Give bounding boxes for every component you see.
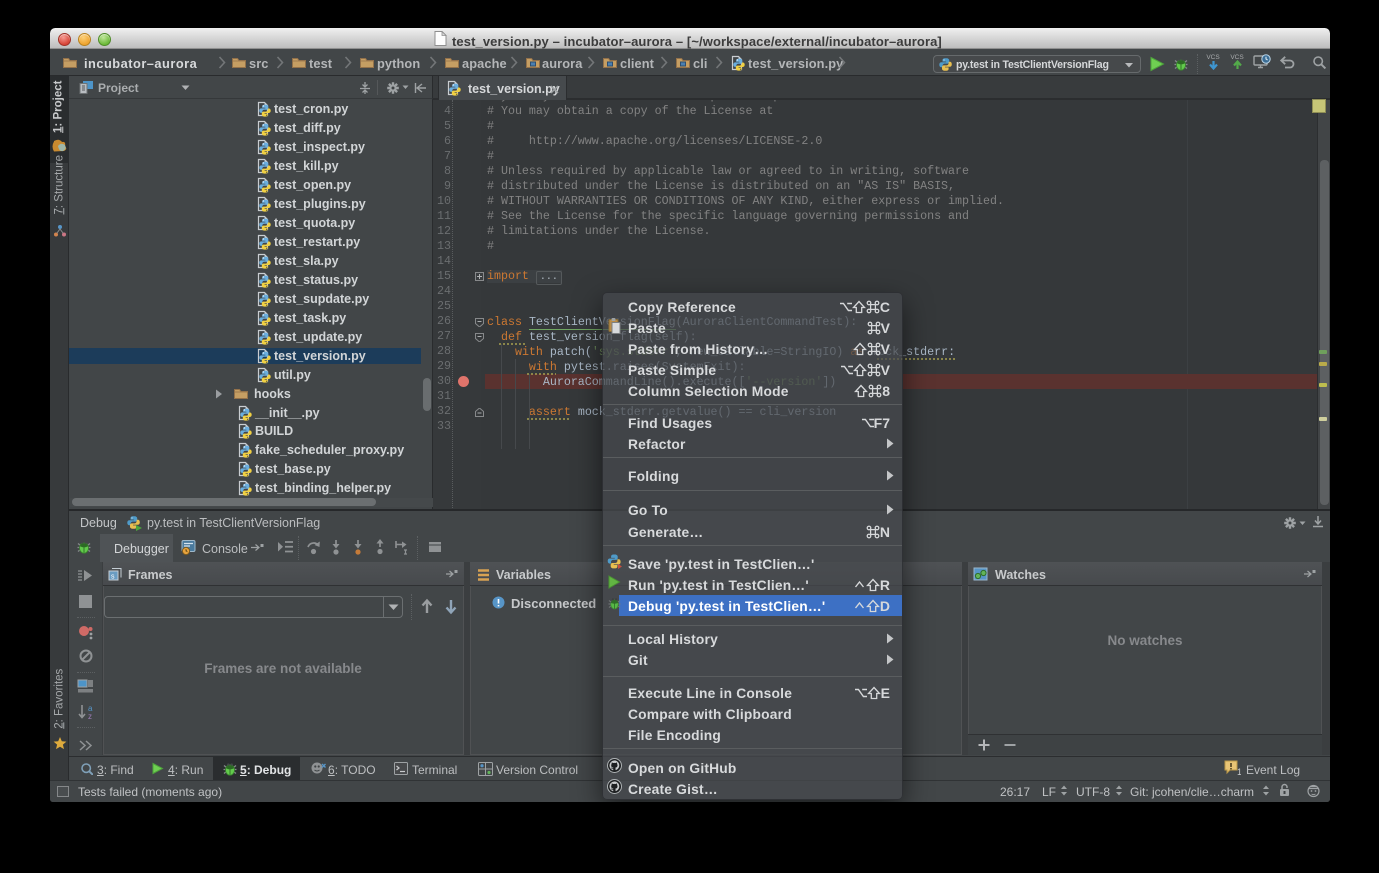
svg-text:1: 1	[1237, 767, 1241, 776]
svg-text:VCS: VCS	[1230, 54, 1244, 61]
svg-text:z: z	[88, 712, 92, 720]
svg-text:s: s	[111, 574, 115, 581]
svg-text:VCS: VCS	[1206, 54, 1220, 61]
